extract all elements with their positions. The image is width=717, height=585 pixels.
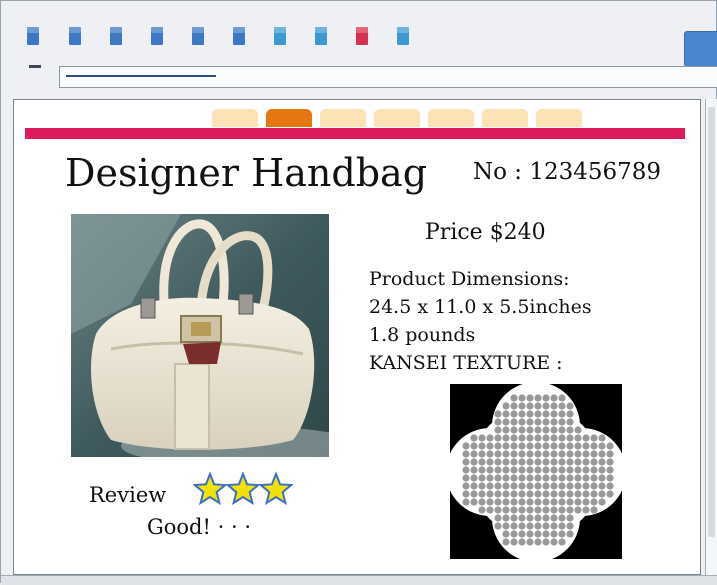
star-icon: [258, 471, 293, 506]
dimensions-label: Product Dimensions:: [369, 268, 570, 290]
review-label: Review: [89, 483, 167, 507]
toolbar-button-cap-icon: [315, 27, 327, 33]
toolbar-button-cap-icon: [192, 27, 204, 33]
toolbar-button-cap-icon: [69, 27, 81, 33]
page-tab-2[interactable]: [266, 109, 312, 127]
page-load-progress: [66, 75, 216, 77]
page-tab-4[interactable]: [374, 109, 420, 127]
page-tab-5[interactable]: [428, 109, 474, 127]
menu-indicator-icon: [29, 65, 41, 68]
toolbar-button-cap-icon: [110, 27, 122, 33]
product-title: Designer Handbag: [65, 151, 428, 195]
toolbar-action-button[interactable]: [684, 31, 717, 67]
vertical-scrollbar[interactable]: [705, 99, 717, 575]
dimensions-value: 24.5 x 11.0 x 5.5inches: [369, 296, 592, 318]
toolbar-button-cap-icon: [233, 27, 245, 33]
toolbar-button-cap-icon: [397, 27, 409, 33]
toolbar-button-cap-icon: [356, 27, 368, 33]
status-bar: [1, 575, 717, 585]
page-tab-6[interactable]: [482, 109, 528, 127]
texture-label: KANSEI TEXTURE :: [369, 352, 563, 374]
toolbar: [7, 15, 707, 57]
product-number: No : 123456789: [473, 159, 662, 185]
page-tab-7[interactable]: [536, 109, 582, 127]
scrollbar-thumb[interactable]: [708, 107, 715, 537]
star-icon: [225, 471, 261, 506]
toolbar-button-cap-icon: [151, 27, 163, 33]
toolbar-button-cap-icon: [274, 27, 286, 33]
product-price: Price $240: [425, 220, 546, 245]
page-tab-3[interactable]: [320, 109, 366, 127]
kansei-texture-image: [450, 384, 622, 559]
review-text: Good! · · ·: [147, 515, 251, 539]
weight-value: 1.8 pounds: [369, 324, 476, 346]
product-specs: Product Dimensions: 24.5 x 11.0 x 5.5inc…: [369, 265, 592, 377]
page-tab-1[interactable]: [212, 109, 258, 127]
toolbar-button-cap-icon: [27, 27, 39, 33]
rating-stars: [193, 471, 293, 506]
accent-bar: [25, 128, 685, 139]
address-bar[interactable]: [59, 66, 717, 88]
product-photo: [71, 214, 329, 457]
browser-window: Designer Handbag No : 123456789 Price $2: [0, 0, 717, 585]
texture-dots: [462, 394, 614, 546]
star-icon: [193, 471, 228, 506]
